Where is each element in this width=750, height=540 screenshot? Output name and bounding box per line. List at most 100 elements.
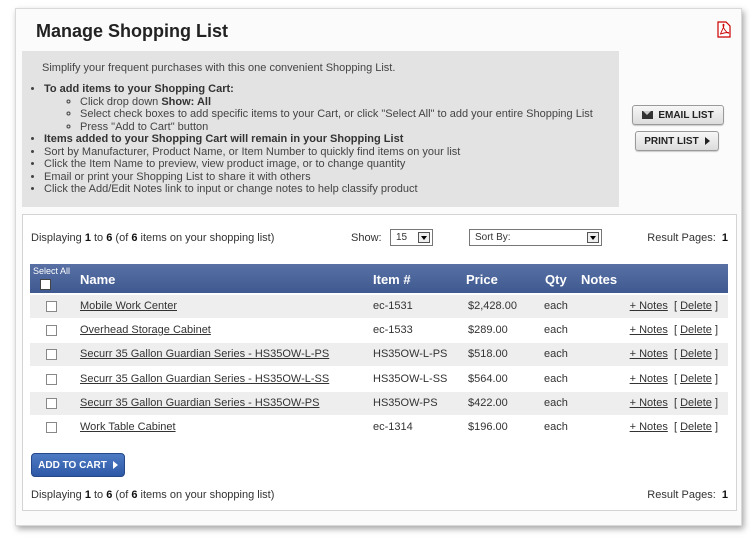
item-number: ec-1533 xyxy=(373,324,413,337)
item-qty: each xyxy=(544,300,568,312)
bracket: [ xyxy=(673,372,678,385)
instruction-item: Email or print your Shopping List to sha… xyxy=(44,171,593,184)
add-notes-link[interactable]: + Notes xyxy=(630,373,668,385)
show-label: Show: xyxy=(351,232,382,244)
column-header-qty: Qty xyxy=(545,272,567,287)
print-list-label: PRINT LIST xyxy=(644,135,699,147)
chevron-down-icon xyxy=(418,232,430,243)
row-actions: + Notes [ Delete ] xyxy=(630,421,718,433)
bracket: ] xyxy=(714,372,718,385)
item-number: ec-1531 xyxy=(373,300,413,312)
instructions-panel: Simplify your frequent purchases with th… xyxy=(22,51,619,207)
item-price: $289.00 xyxy=(468,324,508,337)
add-notes-link[interactable]: + Notes xyxy=(630,397,668,409)
delete-link[interactable]: Delete xyxy=(680,348,712,360)
display-text: items on your shopping list) xyxy=(137,489,275,501)
delete-link[interactable]: Delete xyxy=(680,300,712,312)
item-qty: each xyxy=(544,372,568,385)
print-list-button[interactable]: PRINT LIST xyxy=(635,131,719,151)
table-row: Mobile Work Center ec-1531 $2,428.00 each + … xyxy=(30,295,728,318)
select-all-label: Select All xyxy=(33,266,71,276)
table-row: Securr 35 Gallon Guardian Series - HS35O… xyxy=(30,391,728,415)
instruction-item: Items added to your Shopping Cart will r… xyxy=(44,133,593,146)
bracket: [ xyxy=(673,396,678,409)
sort-select-value: Sort By: xyxy=(475,232,511,243)
item-name-link[interactable]: Securr 35 Gallon Guardian Series - HS35O… xyxy=(80,348,329,360)
row-checkbox[interactable] xyxy=(46,325,57,337)
display-text: Displaying xyxy=(31,489,85,501)
item-price: $564.00 xyxy=(468,372,508,385)
delete-link[interactable]: Delete xyxy=(680,373,712,385)
display-text: to xyxy=(90,489,107,501)
page-title: Manage Shopping List xyxy=(36,21,228,41)
table-row: Securr 35 Gallon Guardian Series - HS35O… xyxy=(30,343,728,367)
add-notes-link[interactable]: + Notes xyxy=(630,348,668,360)
row-actions: + Notes [ Delete ] xyxy=(630,348,718,360)
delete-link[interactable]: Delete xyxy=(680,421,712,433)
item-qty: each xyxy=(544,324,568,337)
sub-instruction: Press "Add to Cart" button xyxy=(80,121,593,134)
display-text: to xyxy=(90,232,107,244)
instruction-item: Sort by Manufacturer, Product Name, or I… xyxy=(44,146,593,159)
sub-instruction-text: Click drop down xyxy=(80,95,162,108)
add-notes-link[interactable]: + Notes xyxy=(630,421,668,433)
result-page-link[interactable]: 1 xyxy=(722,232,728,244)
display-count-bottom: Displaying 1 to 6 (of 6 items on your sh… xyxy=(31,489,274,501)
bracket: ] xyxy=(714,300,718,312)
sub-instruction: Select check boxes to add specific items… xyxy=(80,108,593,121)
add-notes-link[interactable]: + Notes xyxy=(630,324,668,336)
sub-instructions: Click drop down Show: All Select check b… xyxy=(44,96,593,134)
item-name-link[interactable]: Mobile Work Center xyxy=(80,300,177,312)
pdf-icon[interactable] xyxy=(717,21,731,38)
shopping-list-page: Manage Shopping List Simplify your frequ… xyxy=(15,8,742,526)
item-price: $518.00 xyxy=(468,348,508,361)
result-pages-bottom: Result Pages: 1 xyxy=(647,489,728,501)
column-header-price[interactable]: Price xyxy=(466,272,498,287)
select-all-checkbox[interactable] xyxy=(40,279,51,290)
add-notes-link[interactable]: + Notes xyxy=(630,300,668,312)
email-list-label: EMAIL LIST xyxy=(658,109,714,121)
item-number: HS35OW-L-PS xyxy=(373,348,448,361)
add-to-cart-button[interactable]: ADD TO CART xyxy=(31,453,125,477)
instruction-item: Click the Item Name to preview, view pro… xyxy=(44,158,593,171)
item-name-link[interactable]: Securr 35 Gallon Guardian Series - HS35O… xyxy=(80,397,319,409)
bracket: ] xyxy=(714,396,718,409)
item-name-link[interactable]: Securr 35 Gallon Guardian Series - HS35O… xyxy=(80,373,329,385)
show-select-value: 15 xyxy=(396,232,408,243)
row-actions: + Notes [ Delete ] xyxy=(630,373,718,385)
row-checkbox[interactable] xyxy=(46,349,57,361)
envelope-icon xyxy=(642,111,654,119)
item-name-link[interactable]: Work Table Cabinet xyxy=(80,421,176,433)
bracket: ] xyxy=(714,348,718,361)
row-checkbox[interactable] xyxy=(46,397,57,409)
column-header-name[interactable]: Name xyxy=(80,272,115,287)
row-checkbox[interactable] xyxy=(46,301,57,312)
delete-link[interactable]: Delete xyxy=(680,397,712,409)
item-price: $196.00 xyxy=(468,421,508,433)
intro-text: Simplify your frequent purchases with th… xyxy=(42,62,396,74)
instruction-remain: Items added to your Shopping Cart will r… xyxy=(44,133,404,145)
item-number: HS35OW-L-SS xyxy=(373,372,448,385)
table-row: Overhead Storage Cabinet ec-1533 $289.00 ea… xyxy=(30,319,728,342)
bracket: ] xyxy=(714,421,718,433)
bracket: [ xyxy=(673,421,678,433)
delete-link[interactable]: Delete xyxy=(680,324,712,336)
display-text: Displaying xyxy=(31,232,85,244)
column-header-item[interactable]: Item # xyxy=(373,272,411,287)
result-pages-top: Result Pages: 1 xyxy=(647,232,728,244)
sort-select[interactable]: Sort By: xyxy=(469,229,602,246)
item-qty: each xyxy=(544,421,568,433)
item-name-link[interactable]: Overhead Storage Cabinet xyxy=(80,324,211,336)
instruction-item: To add items to your Shopping Cart: Clic… xyxy=(44,83,593,133)
item-price: $2,428.00 xyxy=(468,300,517,312)
column-header-notes: Notes xyxy=(581,272,618,287)
result-page-link[interactable]: 1 xyxy=(722,489,728,501)
show-select[interactable]: 15 xyxy=(390,229,433,246)
item-price: $422.00 xyxy=(468,396,508,409)
email-list-button[interactable]: EMAIL LIST xyxy=(632,105,724,125)
row-checkbox[interactable] xyxy=(46,373,57,385)
row-checkbox[interactable] xyxy=(46,422,57,433)
instructions-list: To add items to your Shopping Cart: Clic… xyxy=(30,83,593,196)
result-pages-label: Result Pages: xyxy=(647,489,716,501)
item-qty: each xyxy=(544,348,568,361)
